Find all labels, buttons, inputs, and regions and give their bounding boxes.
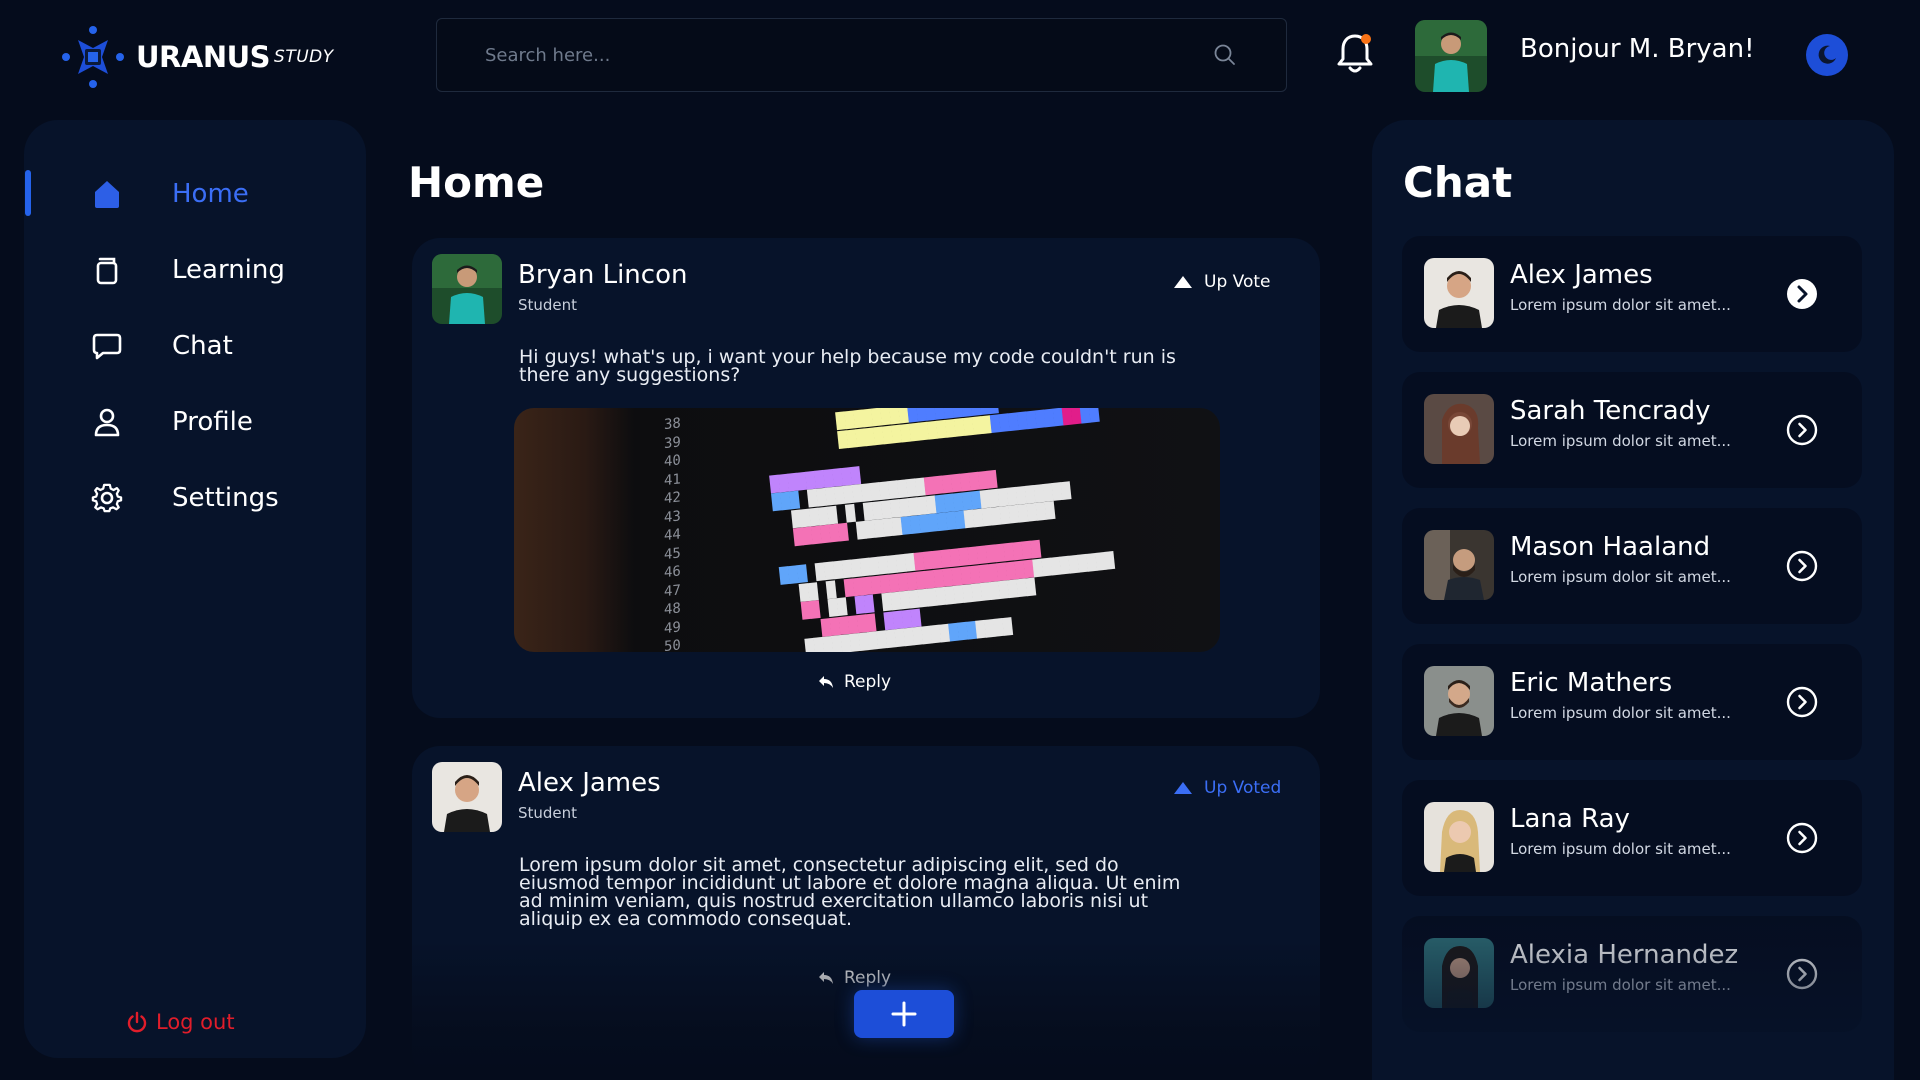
sidebar-item-label: Settings xyxy=(172,483,279,513)
search-bar xyxy=(436,18,1287,92)
search-input[interactable] xyxy=(485,44,1212,66)
code-screenshot-image[interactable]: 38 39 40 41 42 43 44 45 46 47 48 49 50 5… xyxy=(514,408,1220,652)
plus-icon xyxy=(891,1001,917,1027)
reply-label: Reply xyxy=(844,968,892,988)
upvote-label: Up Voted xyxy=(1204,778,1282,798)
chevron-right-circle-icon[interactable] xyxy=(1786,550,1818,582)
contact-avatar xyxy=(1424,802,1494,872)
post-author-name[interactable]: Alex James xyxy=(518,768,661,798)
reply-arrow-icon xyxy=(819,972,833,984)
contact-avatar xyxy=(1424,666,1494,736)
post-author-role: Student xyxy=(518,296,578,314)
contact-name: Lana Ray xyxy=(1510,804,1630,834)
brand-name: URANUS xyxy=(136,40,271,74)
chat-contact-item[interactable]: Mason Haaland Lorem ipsum dolor sit amet… xyxy=(1402,508,1862,624)
reply-label: Reply xyxy=(844,672,892,692)
chevron-right-circle-icon[interactable] xyxy=(1786,414,1818,446)
chat-contact-item[interactable]: Alex James Lorem ipsum dolor sit amet... xyxy=(1402,236,1862,352)
upvote-label: Up Vote xyxy=(1204,272,1271,292)
chat-icon xyxy=(92,333,122,360)
user-photo-icon xyxy=(1415,20,1487,92)
brand-logo[interactable]: URANUS STUDY xyxy=(58,22,348,92)
chevron-right-circle-icon[interactable] xyxy=(1786,686,1818,718)
home-icon xyxy=(95,181,119,208)
contact-preview: Lorem ipsum dolor sit amet... xyxy=(1510,296,1731,314)
contact-avatar xyxy=(1424,394,1494,464)
author-photo-icon xyxy=(432,762,502,832)
notification-bell-icon[interactable] xyxy=(1334,30,1376,76)
chevron-right-circle-icon[interactable] xyxy=(1786,958,1818,990)
greeting-text: Bonjour M. Bryan! xyxy=(1520,34,1755,64)
sidebar-item-label: Profile xyxy=(172,407,253,437)
chat-contact-item[interactable]: Sarah Tencrady Lorem ipsum dolor sit ame… xyxy=(1402,372,1862,488)
contact-preview: Lorem ipsum dolor sit amet... xyxy=(1510,840,1731,858)
contact-photo-icon xyxy=(1424,802,1494,872)
logout-label: Log out xyxy=(156,1010,235,1034)
contact-avatar xyxy=(1424,530,1494,600)
post-author-name[interactable]: Bryan Lincon xyxy=(518,260,687,290)
post-text: Lorem ipsum dolor sit amet, consectetur … xyxy=(519,854,1181,930)
contact-photo-icon xyxy=(1424,666,1494,736)
sidebar-item-label: Learning xyxy=(172,255,285,285)
theme-toggle-button[interactable] xyxy=(1806,34,1848,76)
active-nav-indicator xyxy=(25,170,31,216)
search-icon[interactable] xyxy=(1212,42,1238,68)
user-icon xyxy=(94,408,120,437)
chat-contact-item[interactable]: Lana Ray Lorem ipsum dolor sit amet... xyxy=(1402,780,1862,896)
page-title: Home xyxy=(408,158,545,207)
sidebar-item-label: Chat xyxy=(172,331,233,361)
sidebar-item-label: Home xyxy=(172,179,249,209)
power-icon xyxy=(127,1011,147,1033)
contact-preview: Lorem ipsum dolor sit amet... xyxy=(1510,976,1731,994)
contact-preview: Lorem ipsum dolor sit amet... xyxy=(1510,704,1731,722)
gear-icon xyxy=(91,483,123,513)
contact-avatar xyxy=(1424,938,1494,1008)
post-text: Hi guys! what's up, i want your help bec… xyxy=(519,346,1176,386)
contact-photo-icon xyxy=(1424,530,1494,600)
reply-button[interactable]: Reply xyxy=(818,968,891,988)
logout-button[interactable]: Log out xyxy=(126,1010,235,1034)
contact-avatar xyxy=(1424,258,1494,328)
reply-arrow-icon xyxy=(819,676,833,688)
contact-name: Sarah Tencrady xyxy=(1510,396,1711,426)
uranus-logo-icon xyxy=(62,26,124,88)
contact-photo-icon xyxy=(1424,938,1494,1008)
upvote-button[interactable]: Up Vote xyxy=(1174,272,1270,292)
add-post-button[interactable] xyxy=(854,990,954,1038)
post-author-avatar[interactable] xyxy=(432,762,502,832)
book-icon xyxy=(96,257,118,285)
contact-preview: Lorem ipsum dolor sit amet... xyxy=(1510,568,1731,586)
sidebar-item-learning[interactable]: Learning xyxy=(72,242,342,298)
contact-photo-icon xyxy=(1424,394,1494,464)
user-avatar[interactable] xyxy=(1415,20,1487,92)
brand-subtitle: STUDY xyxy=(274,47,334,67)
author-photo-icon xyxy=(432,254,502,324)
contact-photo-icon xyxy=(1424,258,1494,328)
sidebar-item-settings[interactable]: Settings xyxy=(72,470,342,526)
post-author-role: Student xyxy=(518,804,578,822)
moon-icon xyxy=(1818,45,1836,64)
post-card: Bryan Lincon Student Up Vote Hi guys! wh… xyxy=(412,238,1320,718)
reply-button[interactable]: Reply xyxy=(818,672,891,692)
chevron-right-circle-icon[interactable] xyxy=(1786,278,1818,310)
sidebar-item-profile[interactable]: Profile xyxy=(72,394,342,450)
chat-title: Chat xyxy=(1403,158,1513,207)
post-author-avatar[interactable] xyxy=(432,254,502,324)
contact-name: Alexia Hernandez xyxy=(1510,940,1739,970)
code-decoration: ██████████████████ █████████████████████… xyxy=(745,408,1116,652)
chevron-right-circle-icon[interactable] xyxy=(1786,822,1818,854)
code-line-numbers: 38 39 40 41 42 43 44 45 46 47 48 49 50 5… xyxy=(664,415,681,652)
contact-name: Alex James xyxy=(1510,260,1653,290)
contact-preview: Lorem ipsum dolor sit amet... xyxy=(1510,432,1731,450)
upvoted-button[interactable]: Up Voted xyxy=(1174,778,1281,798)
contact-name: Eric Mathers xyxy=(1510,668,1673,698)
triangle-up-icon xyxy=(1174,782,1192,794)
sidebar-item-chat[interactable]: Chat xyxy=(72,318,342,374)
chat-contact-item[interactable]: Eric Mathers Lorem ipsum dolor sit amet.… xyxy=(1402,644,1862,760)
contact-name: Mason Haaland xyxy=(1510,532,1711,562)
sidebar-item-home[interactable]: Home xyxy=(72,166,342,222)
triangle-up-icon xyxy=(1174,276,1192,288)
chat-contact-item[interactable]: Alexia Hernandez Lorem ipsum dolor sit a… xyxy=(1402,916,1862,1032)
